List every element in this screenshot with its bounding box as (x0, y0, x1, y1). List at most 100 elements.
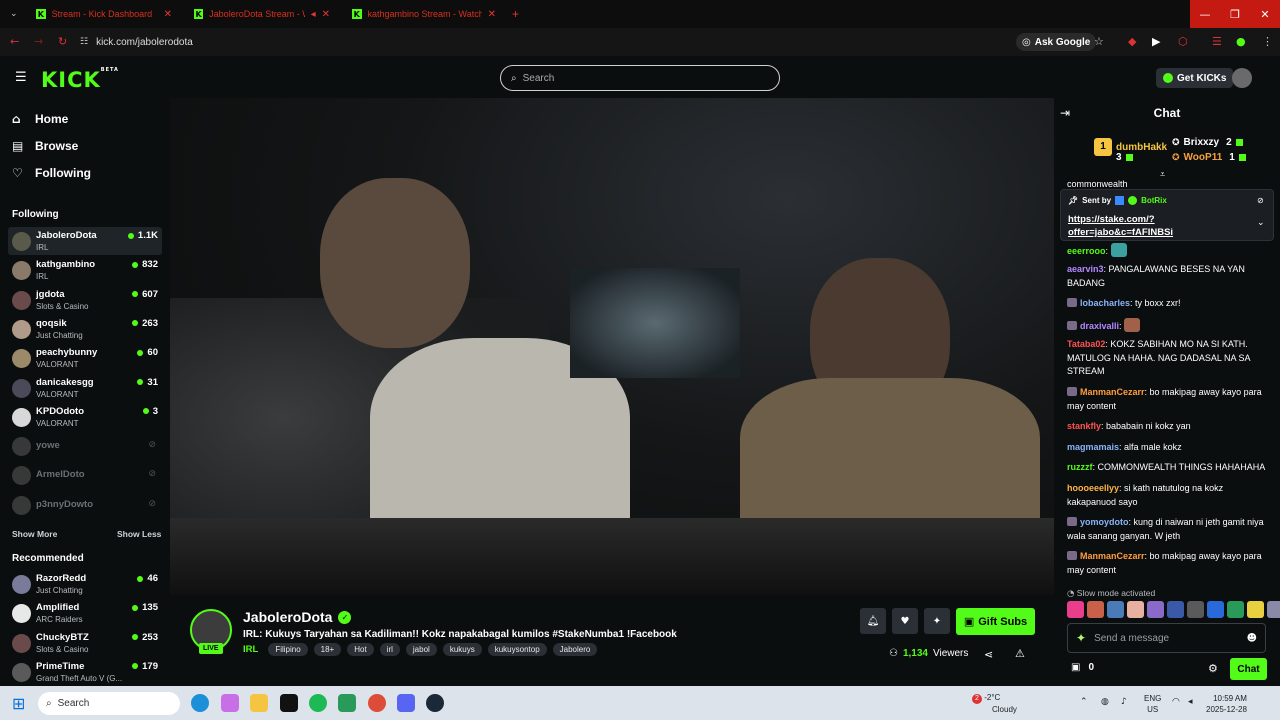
new-tab-button[interactable]: + (504, 4, 524, 24)
notification-bell-button[interactable]: 🔔︎ (860, 608, 886, 634)
file-explorer-icon[interactable] (250, 694, 268, 712)
emote-icon[interactable] (1067, 601, 1084, 618)
ask-google-button[interactable]: ◎ Ask Google (1016, 33, 1097, 51)
emote-icon[interactable] (1107, 601, 1124, 618)
chat-username[interactable]: eeerrooo (1067, 246, 1106, 256)
stream-tag[interactable]: irl (379, 643, 400, 656)
leader-2[interactable]: ✪ Brixxzy 2 (1172, 137, 1243, 148)
chat-username[interactable]: aearvin3 (1067, 264, 1104, 274)
following-channel[interactable]: peachybunny VALORANT 60 (8, 344, 162, 372)
following-channel[interactable]: p3nnyDowto ⊘ (8, 491, 162, 519)
clip-button[interactable]: ✦ (924, 608, 950, 634)
chat-send-button[interactable]: Chat (1230, 658, 1267, 680)
recommended-channel[interactable]: RazorRedd Just Chatting 46 (8, 570, 162, 598)
stream-tag[interactable]: Jabolero (552, 643, 598, 656)
stream-tag[interactable]: Filipino (268, 643, 308, 656)
recommended-channel[interactable]: ChuckyBTZ Slots & Casino 253 (8, 629, 162, 657)
chat-username[interactable]: ManmanCezarr (1080, 551, 1145, 561)
following-channel[interactable]: danicakesgg VALORANT 31 (8, 374, 162, 402)
site-info-icon[interactable]: ☷ (80, 37, 88, 47)
stream-tag[interactable]: Hot (347, 643, 374, 656)
following-channel[interactable]: KPDOdoto VALORANT 3 (8, 403, 162, 431)
tiktok-icon[interactable] (280, 694, 298, 712)
search-input[interactable]: ⌕ Search (500, 65, 780, 91)
emote-icon[interactable] (1087, 601, 1104, 618)
nav-browse[interactable]: ▤ Browse (12, 139, 78, 153)
extensions-puzzle-icon[interactable]: ⬡ (1178, 35, 1188, 48)
kicks-balance[interactable]: ▣ 0 (1071, 662, 1094, 673)
chat-username[interactable]: magmamais (1067, 442, 1119, 452)
language-indicator[interactable]: ENG US (1144, 693, 1161, 715)
leader-3[interactable]: ✪ WooP11 1 (1172, 152, 1246, 163)
chrome-icon[interactable] (368, 694, 386, 712)
windows-start-icon[interactable]: ⊞ (12, 694, 25, 713)
get-kicks-button[interactable]: Get KICKs (1156, 68, 1234, 88)
browser-tab-2[interactable]: K JaboleroDota Stream - Wa ◂ ✕ (186, 4, 338, 24)
browser-tab-3[interactable]: K kathgambino Stream - Watch ✕ (344, 4, 504, 24)
stream-tag[interactable]: kukuys (442, 643, 482, 656)
video-player[interactable] (170, 98, 1054, 595)
close-icon[interactable]: ✕ (488, 9, 496, 20)
chat-username[interactable]: lobacharles (1080, 298, 1130, 308)
emote-icon[interactable] (1267, 601, 1280, 618)
stream-tag[interactable]: kukuysontop (487, 643, 547, 656)
nav-home[interactable]: ⌂ Home (12, 112, 68, 126)
emote-icon[interactable] (1167, 601, 1184, 618)
browser-tab-1[interactable]: K Stream - Kick Dashboard ✕ (28, 4, 180, 24)
taskbar-clock[interactable]: 10:59 AM 2025-12-28 (1206, 693, 1247, 715)
back-icon[interactable]: ← (10, 35, 19, 48)
spotify-icon[interactable] (309, 694, 327, 712)
follow-button[interactable]: ♥ (892, 608, 918, 634)
recommended-channel[interactable]: Amplified ARC Raiders 135 (8, 599, 162, 627)
minimize-button[interactable]: — (1190, 0, 1220, 28)
chat-settings-icon[interactable]: ⚙ (1208, 662, 1218, 675)
chat-username[interactable]: Tataba02 (1067, 339, 1105, 349)
steam-icon[interactable] (426, 694, 444, 712)
emote-icon[interactable] (1187, 601, 1204, 618)
wifi-icon[interactable]: ◠ (1172, 697, 1180, 707)
close-window-button[interactable]: ✕ (1250, 0, 1280, 28)
chat-username[interactable]: ManmanCezarr (1080, 387, 1145, 397)
chat-username[interactable]: stankfly (1067, 421, 1101, 431)
tab-menu-button[interactable]: ⌄ (2, 4, 26, 24)
chat-username[interactable]: hoooeeellyy (1067, 483, 1119, 493)
volume-icon[interactable]: ◂ (1188, 697, 1193, 707)
reading-list-icon[interactable]: ☰ (1212, 35, 1222, 48)
discord-icon[interactable] (397, 694, 415, 712)
browser-menu-icon[interactable]: ⋮ (1262, 35, 1273, 48)
unpin-icon[interactable]: ⊘ (1257, 196, 1264, 205)
chat-username[interactable]: ruzzzf (1067, 462, 1093, 472)
show-less-link[interactable]: Show Less (117, 529, 161, 539)
microphone-icon[interactable]: ♪ (1121, 697, 1127, 707)
app-icon[interactable] (338, 694, 356, 712)
kicks-sparkle-icon[interactable]: ✦ (1076, 631, 1086, 645)
close-icon[interactable]: ✕ (322, 9, 330, 20)
emote-icon[interactable] (1127, 601, 1144, 618)
emote-icon[interactable] (1207, 601, 1224, 618)
bookmark-star-icon[interactable]: ☆ (1094, 35, 1104, 48)
kick-logo[interactable]: KICKBETA (41, 67, 119, 92)
speaker-icon[interactable]: ◂ (311, 9, 316, 20)
extension-icon[interactable]: ◆ (1128, 35, 1136, 48)
media-play-icon[interactable]: ▶ (1152, 35, 1160, 48)
following-channel[interactable]: jgdota Slots & Casino 607 (8, 286, 162, 314)
category-link[interactable]: IRL (243, 644, 258, 655)
following-channel[interactable]: kathgambino IRL 832 (8, 256, 162, 284)
recommended-channel[interactable]: PrimeTime Grand Theft Auto V (G... 179 (8, 658, 162, 686)
chevron-up-icon[interactable]: ⌃ (1080, 697, 1088, 707)
maximize-button[interactable]: ❐ (1220, 0, 1250, 28)
forward-icon[interactable]: → (34, 35, 43, 48)
following-channel[interactable]: JaboleroDota IRL 1.1K (8, 227, 162, 255)
profile-icon[interactable]: ● (1236, 35, 1246, 48)
share-icon[interactable]: ⋖ (984, 648, 993, 661)
chat-username[interactable]: yomoydoto (1080, 517, 1129, 527)
url-field[interactable]: ☷ kick.com/jabolerodota (80, 32, 1010, 52)
chat-input[interactable]: ✦ Send a message ☻ (1067, 623, 1266, 653)
stream-tag[interactable]: 18+ (313, 643, 342, 656)
emoji-icon[interactable]: ☻ (1247, 633, 1257, 644)
gift-subs-button[interactable]: ▣ Gift Subs (956, 608, 1035, 635)
hamburger-menu-icon[interactable]: ☰ (15, 70, 27, 85)
emote-icon[interactable] (1227, 601, 1244, 618)
copilot-icon[interactable] (221, 694, 239, 712)
following-channel[interactable]: qoqsik Just Chatting 263 (8, 315, 162, 343)
